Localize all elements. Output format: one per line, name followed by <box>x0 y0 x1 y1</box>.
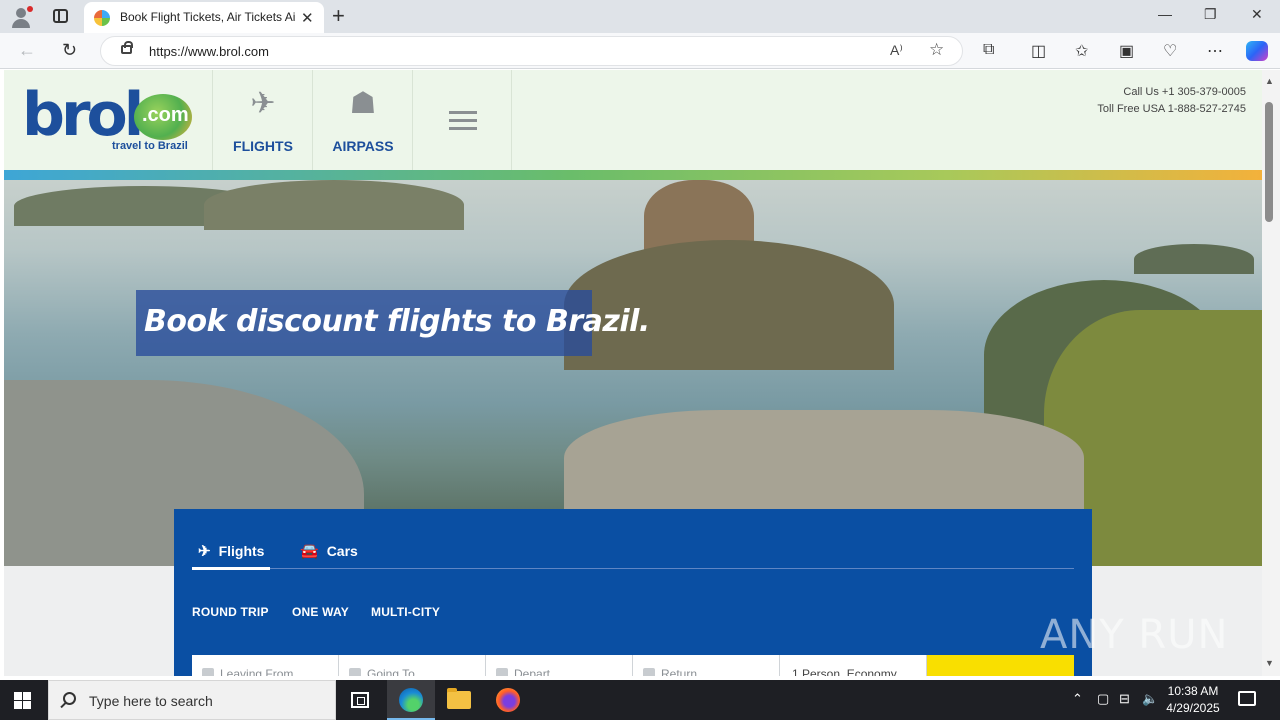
travelers-select[interactable]: 1 Person, Economy <box>780 655 927 676</box>
car-icon: 🚘 <box>300 543 319 560</box>
search-icon <box>63 692 76 705</box>
hero-title-banner: Book discount flights to Brazil. <box>136 290 650 356</box>
depart-date-input[interactable]: Depart <box>486 655 633 676</box>
calendar-icon <box>496 668 508 676</box>
flight-search-panel: ✈ Flights 🚘 Cars ROUND TRIP ONE WAY MULTI-… <box>174 509 1092 676</box>
close-tab-icon[interactable]: ✕ <box>301 9 314 27</box>
page-scrollbar[interactable]: ▲ ▼ <box>1262 70 1280 676</box>
calendar-icon <box>643 668 655 676</box>
show-hidden-icons-chevron-icon[interactable]: ⌃ <box>1072 691 1083 707</box>
site-header: brol .com travel to Brazil ✈ FLIGHTS ☗ A… <box>4 70 1262 170</box>
trip-round-trip[interactable]: ROUND TRIP <box>192 605 269 619</box>
tab-cars-label: Cars <box>326 543 358 559</box>
browser-tab-bar: Book Flight Tickets, Air Tickets Air ✕ +… <box>0 0 1280 33</box>
going-to-placeholder: Going To <box>367 667 415 676</box>
collections-icon[interactable]: ▣ <box>1119 41 1134 61</box>
browser-toolbar: ← ↻ https://www.brol.com A⁾ ☆ ⧉ ◫ ✩ ▣ ♡ … <box>0 33 1280 69</box>
site-favicon-icon <box>94 10 110 26</box>
windows-start-icon[interactable] <box>14 692 31 709</box>
travelers-value: 1 Person, Economy <box>792 667 897 676</box>
notification-center-icon[interactable] <box>1238 691 1256 706</box>
nav-airpass-label: AIRPASS <box>332 138 394 154</box>
nav-menu[interactable] <box>412 70 512 170</box>
taskbar-search-placeholder: Type here to search <box>89 693 213 709</box>
taskbar-file-explorer[interactable] <box>435 680 483 720</box>
leaving-from-placeholder: Leaving From <box>220 667 294 676</box>
nav-flights-label: FLIGHTS <box>233 138 293 154</box>
back-arrow-icon[interactable]: ← <box>18 40 36 61</box>
search-fields: Leaving From Going To Depart Return 1 Pe… <box>192 655 1074 676</box>
minimize-icon[interactable]: — <box>1158 6 1172 22</box>
folder-icon <box>447 688 471 709</box>
favorites-icon[interactable]: ✩ <box>1075 41 1088 61</box>
new-tab-button[interactable]: + <box>332 4 345 28</box>
taskbar-search-box[interactable]: Type here to search <box>48 680 336 720</box>
browser-essentials-icon[interactable]: ♡ <box>1163 41 1177 61</box>
scrollbar-thumb[interactable] <box>1265 102 1273 222</box>
trip-one-way[interactable]: ONE WAY <box>292 605 349 619</box>
lock-icon[interactable] <box>121 41 133 54</box>
browser-tab-active[interactable]: Book Flight Tickets, Air Tickets Air ✕ <box>84 2 324 33</box>
taskbar-firefox[interactable] <box>484 680 532 720</box>
brazil-map-icon: ☗ <box>349 87 377 120</box>
restore-window-icon[interactable]: ❐ <box>1204 6 1217 23</box>
tab-cars[interactable]: 🚘 Cars <box>300 542 358 560</box>
copilot-icon[interactable] <box>1246 41 1268 61</box>
toll-free-text: Toll Free USA 1-888-527-2745 <box>1097 103 1246 115</box>
going-to-input[interactable]: Going To <box>339 655 486 676</box>
volume-icon[interactable]: 🔈 <box>1142 691 1158 707</box>
task-view-icon <box>351 692 369 708</box>
return-placeholder: Return <box>661 667 698 676</box>
tab-flights[interactable]: ✈ Flights <box>198 542 264 560</box>
read-aloud-icon[interactable]: A⁾ <box>890 42 903 59</box>
search-flights-button[interactable] <box>927 655 1074 676</box>
nav-airpass[interactable]: ☗ AIRPASS <box>312 70 412 170</box>
network-icon[interactable]: ⊟ <box>1119 691 1130 707</box>
logo-suffix: .com <box>142 104 189 126</box>
tabs-divider <box>192 568 1074 569</box>
task-view-button[interactable] <box>336 680 384 720</box>
scroll-up-icon[interactable]: ▲ <box>1265 76 1274 86</box>
depart-placeholder: Depart <box>514 667 551 676</box>
header-color-stripe <box>4 170 1262 180</box>
active-tab-indicator <box>192 567 270 570</box>
firefox-icon <box>496 688 520 712</box>
refresh-icon[interactable]: ↻ <box>62 40 77 61</box>
url-text[interactable]: https://www.brol.com <box>149 44 269 59</box>
location-pin-icon <box>202 668 214 676</box>
brol-logo[interactable]: brol .com travel to Brazil <box>22 80 202 160</box>
leaving-from-input[interactable]: Leaving From <box>192 655 339 676</box>
scroll-down-icon[interactable]: ▼ <box>1265 658 1274 668</box>
edge-icon <box>399 688 423 712</box>
contact-info: Call Us +1 305-379-0005 Toll Free USA 1-… <box>1097 84 1246 118</box>
call-us-text: Call Us +1 305-379-0005 <box>1123 86 1246 98</box>
split-screen-icon[interactable]: ◫ <box>1031 41 1046 61</box>
profile-avatar-icon[interactable] <box>9 5 33 29</box>
clock-time: 10:38 AM <box>1167 684 1219 698</box>
tab-title: Book Flight Tickets, Air Tickets Air <box>120 10 296 24</box>
system-clock[interactable]: 10:38 AM 4/29/2025 <box>1160 683 1226 717</box>
nav-flights[interactable]: ✈ FLIGHTS <box>212 70 312 170</box>
favorite-star-icon[interactable]: ☆ <box>929 40 944 60</box>
hamburger-menu-icon <box>449 111 477 131</box>
more-options-icon[interactable]: ⋯ <box>1207 41 1223 61</box>
tab-actions-icon[interactable] <box>53 9 68 23</box>
tab-flights-label: Flights <box>218 543 265 559</box>
return-date-input[interactable]: Return <box>633 655 780 676</box>
close-window-icon[interactable]: ✕ <box>1251 6 1263 23</box>
extensions-icon[interactable]: ⧉ <box>983 41 994 59</box>
airplane-icon: ✈ <box>250 87 276 120</box>
clock-date: 4/29/2025 <box>1166 701 1220 715</box>
airplane-icon: ✈ <box>198 543 211 560</box>
address-bar[interactable]: https://www.brol.com A⁾ ☆ <box>100 36 963 66</box>
web-page: brol .com travel to Brazil ✈ FLIGHTS ☗ A… <box>4 70 1262 676</box>
meet-now-icon[interactable]: ▢ <box>1097 691 1109 707</box>
trip-multi-city[interactable]: MULTI-CITY <box>371 605 440 619</box>
taskbar-edge[interactable] <box>387 680 435 720</box>
anyrun-watermark: ANY RUN <box>1040 612 1229 658</box>
hero-title: Book discount flights to Brazil. <box>144 304 650 339</box>
location-pin-icon <box>349 668 361 676</box>
logo-tagline: travel to Brazil <box>112 140 188 152</box>
windows-taskbar: Type here to search ⌃ ▢ ⊟ 🔈 10:38 AM 4/2… <box>0 680 1280 720</box>
